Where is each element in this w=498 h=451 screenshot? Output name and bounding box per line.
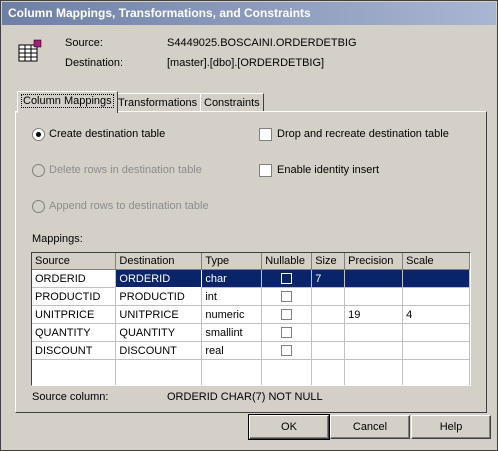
- ok-button[interactable]: OK: [248, 414, 330, 440]
- cell-nullable[interactable]: [261, 287, 313, 306]
- cell-source[interactable]: UNITPRICE: [32, 305, 117, 324]
- append-rows-radio[interactable]: [32, 200, 45, 213]
- title-bar: Column Mappings, Transformations, and Co…: [2, 2, 496, 25]
- cell-type[interactable]: char: [201, 269, 263, 288]
- cell-precision[interactable]: [344, 341, 404, 360]
- identity-insert-label: Enable identity insert: [277, 164, 380, 176]
- cell-destination[interactable]: QUANTITY: [115, 323, 203, 342]
- cell-precision[interactable]: [344, 287, 404, 306]
- source-column-value: ORDERID CHAR(7) NOT NULL: [167, 391, 323, 403]
- cell-precision[interactable]: 19: [344, 305, 404, 324]
- cell-scale[interactable]: [402, 269, 470, 288]
- dialog-window: Column Mappings, Transformations, and Co…: [0, 0, 498, 451]
- nullable-checkbox[interactable]: [281, 345, 293, 357]
- destination-label: Destination:: [65, 57, 124, 69]
- cell-source[interactable]: ORDERID: [32, 269, 117, 288]
- mappings-label: Mappings:: [32, 233, 83, 245]
- grid-header-row: Source Destination Type Nullable Size Pr…: [32, 253, 470, 270]
- col-header-destination[interactable]: Destination: [115, 253, 203, 270]
- col-header-source[interactable]: Source: [32, 253, 117, 270]
- cell-scale[interactable]: [402, 287, 470, 306]
- nullable-checkbox[interactable]: [281, 309, 293, 321]
- cell-size[interactable]: [311, 341, 346, 360]
- empty-row: [32, 359, 470, 377]
- nullable-checkbox[interactable]: [281, 291, 293, 303]
- cell-type[interactable]: numeric: [201, 305, 263, 324]
- cell-scale[interactable]: 4: [402, 305, 470, 324]
- drop-recreate-label: Drop and recreate destination table: [277, 128, 449, 140]
- destination-value: [master].[dbo].[ORDERDETBIG]: [167, 57, 325, 69]
- col-header-nullable[interactable]: Nullable: [261, 253, 313, 270]
- dialog-title: Column Mappings, Transformations, and Co…: [8, 6, 311, 20]
- empty-row: [32, 377, 470, 385]
- cell-precision[interactable]: [344, 269, 404, 288]
- cell-precision[interactable]: [344, 323, 404, 342]
- source-column-label: Source column:: [32, 391, 109, 403]
- create-table-label: Create destination table: [49, 128, 166, 140]
- cell-destination[interactable]: DISCOUNT: [115, 341, 203, 360]
- cell-source[interactable]: DISCOUNT: [32, 341, 117, 360]
- mappings-grid[interactable]: Source Destination Type Nullable Size Pr…: [31, 252, 471, 386]
- create-table-radio[interactable]: [32, 128, 45, 141]
- cell-size[interactable]: [311, 323, 346, 342]
- tab-column-mappings[interactable]: Column Mappings: [17, 91, 118, 113]
- table-row[interactable]: PRODUCTID PRODUCTID int: [32, 287, 470, 306]
- cell-destination[interactable]: PRODUCTID: [115, 287, 203, 306]
- table-row[interactable]: DISCOUNT DISCOUNT real: [32, 341, 470, 360]
- cell-nullable[interactable]: [261, 269, 313, 288]
- cell-nullable[interactable]: [261, 305, 313, 324]
- cell-source[interactable]: PRODUCTID: [32, 287, 117, 306]
- cell-nullable[interactable]: [261, 341, 313, 360]
- source-label: Source:: [65, 37, 103, 49]
- cell-scale[interactable]: [402, 323, 470, 342]
- cancel-button[interactable]: Cancel: [330, 415, 410, 439]
- delete-rows-radio[interactable]: [32, 164, 45, 177]
- cell-type[interactable]: real: [201, 341, 263, 360]
- mappings-table: Source Destination Type Nullable Size Pr…: [32, 253, 470, 385]
- table-row[interactable]: ORDERID ORDERID char 7: [32, 269, 470, 288]
- drop-recreate-checkbox[interactable]: [259, 128, 272, 141]
- cell-nullable[interactable]: [261, 323, 313, 342]
- table-row[interactable]: QUANTITY QUANTITY smallint: [32, 323, 470, 342]
- cell-size[interactable]: 7: [311, 269, 346, 288]
- tab-constraints[interactable]: Constraints: [200, 93, 264, 112]
- cell-type[interactable]: int: [201, 287, 263, 306]
- cell-source[interactable]: QUANTITY: [32, 323, 117, 342]
- col-header-size[interactable]: Size: [311, 253, 346, 270]
- nullable-checkbox[interactable]: [281, 327, 293, 339]
- cell-size[interactable]: [311, 305, 346, 324]
- cell-scale[interactable]: [402, 341, 470, 360]
- cell-type[interactable]: smallint: [201, 323, 263, 342]
- tab-transformations[interactable]: Transformations: [114, 93, 202, 112]
- col-header-type[interactable]: Type: [201, 253, 263, 270]
- cell-size[interactable]: [311, 287, 346, 306]
- identity-insert-checkbox[interactable]: [259, 164, 272, 177]
- col-header-precision[interactable]: Precision: [344, 253, 404, 270]
- delete-rows-label: Delete rows in destination table: [49, 164, 202, 176]
- cell-destination[interactable]: ORDERID: [115, 269, 203, 288]
- append-rows-label: Append rows to destination table: [49, 200, 209, 212]
- col-header-scale[interactable]: Scale: [402, 253, 470, 270]
- table-icon: [18, 39, 42, 62]
- nullable-checkbox[interactable]: [281, 273, 293, 285]
- help-button[interactable]: Help: [411, 415, 491, 439]
- cell-destination[interactable]: UNITPRICE: [115, 305, 203, 324]
- table-row[interactable]: UNITPRICE UNITPRICE numeric 19 4: [32, 305, 470, 324]
- source-value: S4449025.BOSCAINI.ORDERDETBIG: [167, 37, 357, 49]
